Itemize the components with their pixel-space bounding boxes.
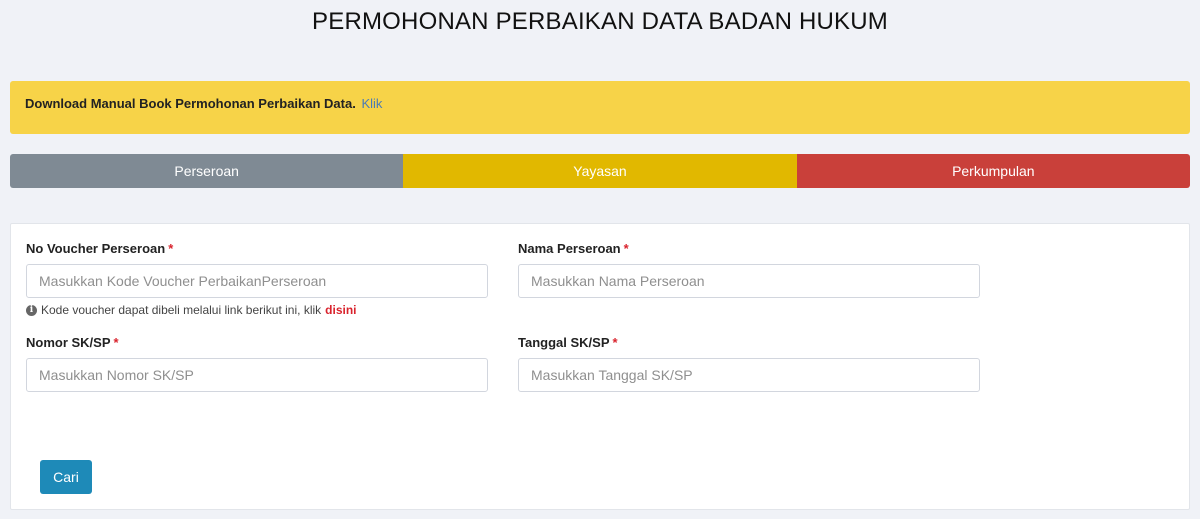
tab-perkumpulan[interactable]: Perkumpulan <box>796 154 1190 188</box>
sk-date-field-group: Tanggal SK/SP * <box>518 335 980 392</box>
page-title: PERMOHONAN PERBAIKAN DATA BADAN HUKUM <box>312 8 888 35</box>
tab-yayasan[interactable]: Yayasan <box>403 154 797 188</box>
tab-perseroan[interactable]: Perseroan <box>10 154 404 188</box>
search-form-card: No Voucher Perseroan* i Kode voucher dap… <box>10 223 1190 510</box>
manual-book-link[interactable]: Klik <box>361 96 382 111</box>
buy-voucher-link[interactable]: disini <box>325 303 356 317</box>
voucher-help-text: i Kode voucher dapat dibeli melalui link… <box>26 303 357 317</box>
sk-number-label: Nomor SK/SP * <box>26 335 119 350</box>
voucher-input[interactable] <box>26 264 488 298</box>
help-text: Kode voucher dapat dibeli melalui link b… <box>41 303 322 317</box>
voucher-label: No Voucher Perseroan * <box>26 241 174 256</box>
sk-date-label: Tanggal SK/SP * <box>518 335 618 350</box>
sk-number-input[interactable] <box>26 358 488 392</box>
required-mark: * <box>168 241 174 256</box>
notice-text: Download Manual Book Permohonan Perbaika… <box>25 96 356 111</box>
company-name-input[interactable] <box>518 264 980 298</box>
search-button[interactable]: Cari <box>40 460 92 494</box>
sk-number-field-group: Nomor SK/SP * <box>26 335 488 392</box>
name-field-group: Nama Perseroan * <box>518 241 980 298</box>
voucher-field-group: No Voucher Perseroan * <box>26 241 488 298</box>
name-label: Nama Perseroan * <box>518 241 629 256</box>
entity-type-tabs: Perseroan Yayasan Perkumpulan <box>10 154 1190 188</box>
info-icon: i <box>26 304 37 316</box>
sk-date-input[interactable] <box>518 358 980 392</box>
required-mark: * <box>612 335 618 350</box>
required-mark: * <box>113 335 119 350</box>
manual-book-notice: Download Manual Book Permohonan Perbaika… <box>10 81 1190 134</box>
required-mark: * <box>623 241 629 256</box>
